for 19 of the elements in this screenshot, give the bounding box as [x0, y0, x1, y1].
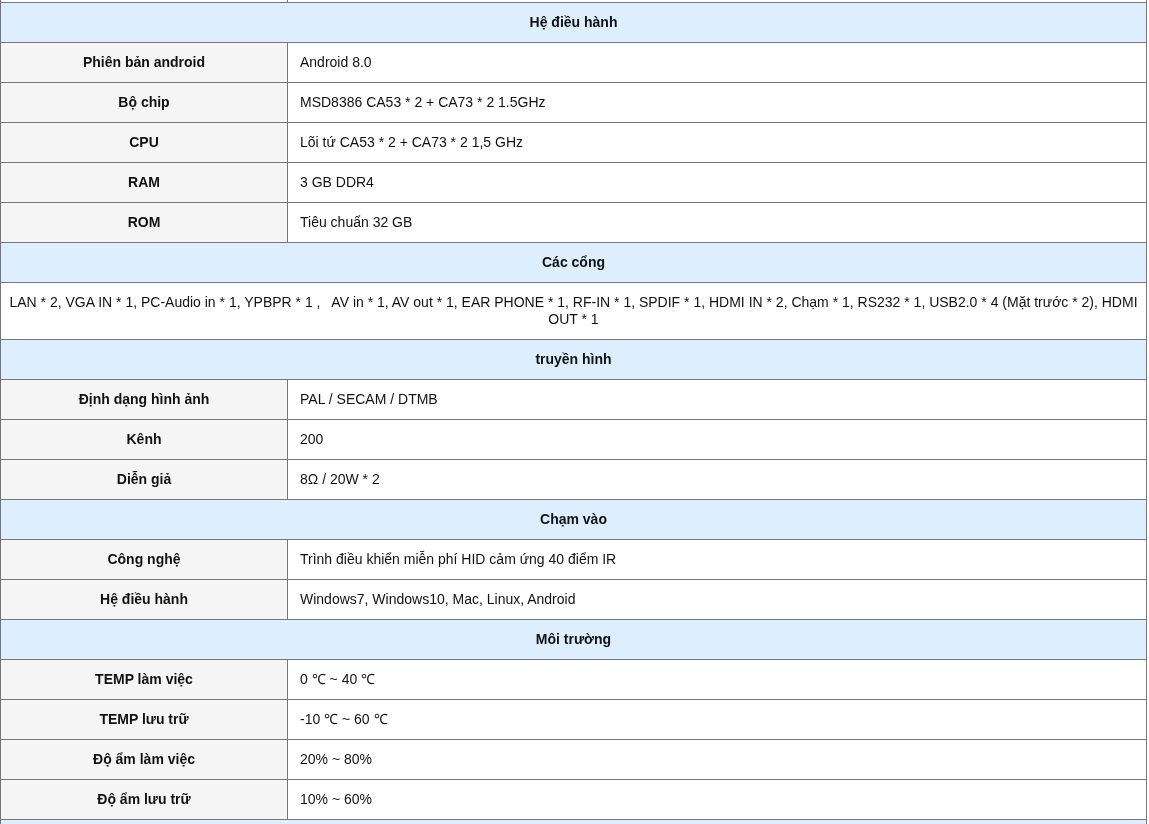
- spec-label: Độ ẩm làm việc: [1, 740, 288, 779]
- spec-label: Diễn giả: [1, 460, 288, 499]
- section-header: truyền hình: [1, 340, 1146, 380]
- spec-label: CPU: [1, 123, 288, 162]
- spec-label: TEMP làm việc: [1, 660, 288, 699]
- section-header: Chạm vào: [1, 500, 1146, 540]
- spec-label: Định dạng hình ảnh: [1, 380, 288, 419]
- spec-label: TEMP lưu trữ: [1, 700, 288, 739]
- spec-label: Hệ điều hành: [1, 580, 288, 619]
- section-header: Hệ điều hành: [1, 3, 1146, 43]
- spec-label: Công nghệ: [1, 540, 288, 579]
- section-header: Môi trường: [1, 620, 1146, 660]
- spec-label: Phiên bản android: [1, 43, 288, 82]
- spec-label: RAM: [1, 163, 288, 202]
- section-header: Các cổng: [1, 243, 1146, 283]
- spec-label: Độ ẩm lưu trữ: [1, 780, 288, 819]
- spec-label: ROM: [1, 203, 288, 242]
- spec-label: Kênh: [1, 420, 288, 459]
- spec-label: Bộ chip: [1, 83, 288, 122]
